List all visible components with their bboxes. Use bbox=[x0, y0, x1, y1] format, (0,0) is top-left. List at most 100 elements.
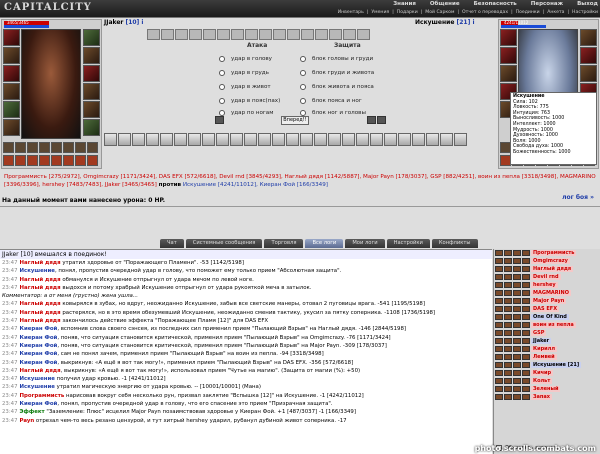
skill-icon[interactable] bbox=[174, 133, 187, 146]
skill-icon[interactable] bbox=[398, 133, 411, 146]
player-row[interactable]: One Of Kind bbox=[494, 313, 600, 321]
skill-icon[interactable] bbox=[244, 133, 257, 146]
earring-slot[interactable] bbox=[83, 29, 100, 46]
nav-security[interactable]: Безопасность bbox=[474, 1, 517, 7]
player-name[interactable]: Программисть bbox=[531, 250, 577, 256]
shield-slot[interactable] bbox=[83, 65, 100, 82]
player-row[interactable]: Программисть bbox=[494, 249, 600, 257]
lock-icon[interactable] bbox=[367, 116, 376, 124]
block-belly-waist[interactable]: блок живота и пояса bbox=[300, 84, 374, 90]
skill-icon[interactable] bbox=[412, 133, 425, 146]
amulet-slot[interactable] bbox=[3, 47, 20, 64]
attack-groin[interactable]: удар в пояс(пах) bbox=[219, 98, 280, 104]
skill-icon[interactable] bbox=[202, 133, 215, 146]
boots-slot[interactable] bbox=[83, 101, 100, 118]
block-head-chest[interactable]: блок головы и груди bbox=[300, 56, 373, 62]
player-name[interactable]: DAS EFX bbox=[531, 306, 560, 312]
nav-communication[interactable]: Общение bbox=[430, 1, 460, 7]
player-name[interactable]: Лемвей bbox=[531, 354, 557, 360]
skill-icon[interactable] bbox=[314, 133, 327, 146]
skill-icon[interactable] bbox=[272, 133, 285, 146]
player-name[interactable]: Кольт bbox=[531, 378, 553, 384]
skill-icon[interactable] bbox=[342, 133, 355, 146]
subnav-inventory[interactable]: Инвентарь bbox=[338, 10, 364, 15]
ring-slot[interactable] bbox=[3, 119, 20, 136]
belt-slot[interactable] bbox=[3, 101, 20, 118]
left-fighter-name[interactable]: JJaker [10] i bbox=[104, 19, 143, 26]
tab-conflicts[interactable]: Конфликты bbox=[431, 239, 478, 248]
tab-trade[interactable]: Торговля bbox=[264, 239, 304, 248]
player-row[interactable]: Зеленый bbox=[494, 385, 600, 393]
player-row[interactable]: Кирилл bbox=[494, 345, 600, 353]
skill-icon[interactable] bbox=[328, 133, 341, 146]
player-row[interactable]: JJaker bbox=[494, 337, 600, 345]
forward-button[interactable]: Вперед!! bbox=[281, 116, 309, 125]
player-name[interactable]: JJaker bbox=[531, 338, 552, 344]
skill-icon[interactable] bbox=[384, 133, 397, 146]
subnav-fights[interactable]: Поединки bbox=[516, 10, 540, 15]
chat-log[interactable]: JJaker [10] вмешался в поединок! 23:47 На… bbox=[0, 249, 492, 454]
lock-icon[interactable] bbox=[215, 116, 224, 124]
bracer-slot[interactable] bbox=[83, 119, 100, 136]
attack-head[interactable]: удар в голову bbox=[219, 56, 272, 62]
avatar[interactable] bbox=[21, 29, 81, 139]
player-name[interactable]: hershey bbox=[531, 282, 558, 288]
player-row[interactable]: Кольт bbox=[494, 377, 600, 385]
subnav-settings[interactable]: Настройки bbox=[572, 10, 598, 15]
skill-icon[interactable] bbox=[118, 133, 131, 146]
player-row[interactable]: MAGMARINO bbox=[494, 289, 600, 297]
weapon-slot[interactable] bbox=[3, 65, 20, 82]
player-row[interactable]: Omgimcrazy bbox=[494, 257, 600, 265]
player-name[interactable]: Зеленый bbox=[531, 386, 561, 392]
gloves-slot[interactable] bbox=[83, 47, 100, 64]
shield-slot[interactable] bbox=[580, 65, 597, 82]
team-right[interactable]: Искушение [4241/11012], Киерaн Фой [166/… bbox=[183, 182, 328, 188]
player-row[interactable]: Major Payn bbox=[494, 297, 600, 305]
earring-slot[interactable] bbox=[580, 29, 597, 46]
tab-my-logs[interactable]: Мои логи bbox=[345, 239, 385, 248]
nav-character[interactable]: Персонаж bbox=[531, 1, 563, 7]
block-waist-legs[interactable]: блок пояса и ног bbox=[300, 98, 362, 104]
tab-settings[interactable]: Настройки bbox=[386, 239, 430, 248]
player-name[interactable]: MAGMARINO bbox=[531, 290, 571, 296]
skill-icon[interactable] bbox=[160, 133, 173, 146]
skill-icon[interactable] bbox=[132, 133, 145, 146]
radio-icon[interactable] bbox=[219, 98, 225, 104]
skill-icon[interactable] bbox=[146, 133, 159, 146]
skill-icon[interactable] bbox=[440, 133, 453, 146]
player-row[interactable]: Лемвей bbox=[494, 353, 600, 361]
skill-icon[interactable] bbox=[230, 133, 243, 146]
right-fighter-name[interactable]: Искушение [21] i bbox=[415, 19, 475, 26]
player-name[interactable]: One Of Kind bbox=[531, 314, 569, 320]
skill-icon[interactable] bbox=[188, 133, 201, 146]
radio-icon[interactable] bbox=[300, 84, 306, 90]
amulet-slot[interactable] bbox=[500, 47, 517, 64]
player-name[interactable]: воин из пепла bbox=[531, 322, 576, 328]
radio-icon[interactable] bbox=[300, 98, 306, 104]
player-row[interactable]: Запах bbox=[494, 393, 600, 401]
skill-icon[interactable] bbox=[370, 133, 383, 146]
subnav-sarkom[interactable]: Мой Сарком bbox=[425, 10, 454, 15]
player-name[interactable]: Omgimcrazy bbox=[531, 258, 570, 264]
player-name[interactable]: Devil rnd bbox=[531, 274, 561, 280]
radio-icon[interactable] bbox=[219, 84, 225, 90]
lock-icon[interactable] bbox=[377, 116, 386, 124]
tab-system[interactable]: Системные сообщения bbox=[185, 239, 263, 248]
armor-slot[interactable] bbox=[3, 83, 20, 100]
nav-knowledge[interactable]: Знания bbox=[393, 1, 416, 7]
player-name[interactable]: Искушение [21] bbox=[531, 362, 582, 368]
attack-legs[interactable]: удар по ногам bbox=[219, 110, 273, 116]
skill-icon[interactable] bbox=[216, 133, 229, 146]
player-row[interactable]: Искушение [21] bbox=[494, 361, 600, 369]
player-name[interactable]: Major Payn bbox=[531, 298, 567, 304]
player-row[interactable]: Кичир bbox=[494, 369, 600, 377]
player-row[interactable]: DAS EFX bbox=[494, 305, 600, 313]
skill-icon[interactable] bbox=[104, 133, 117, 146]
skill-icon[interactable] bbox=[258, 133, 271, 146]
radio-icon[interactable] bbox=[219, 70, 225, 76]
player-name[interactable]: Наглый дядя bbox=[531, 266, 574, 272]
weapon-slot[interactable] bbox=[500, 65, 517, 82]
radio-icon[interactable] bbox=[300, 56, 306, 62]
subnav-profile[interactable]: Анкета bbox=[547, 10, 564, 15]
helmet-slot[interactable] bbox=[500, 29, 517, 46]
